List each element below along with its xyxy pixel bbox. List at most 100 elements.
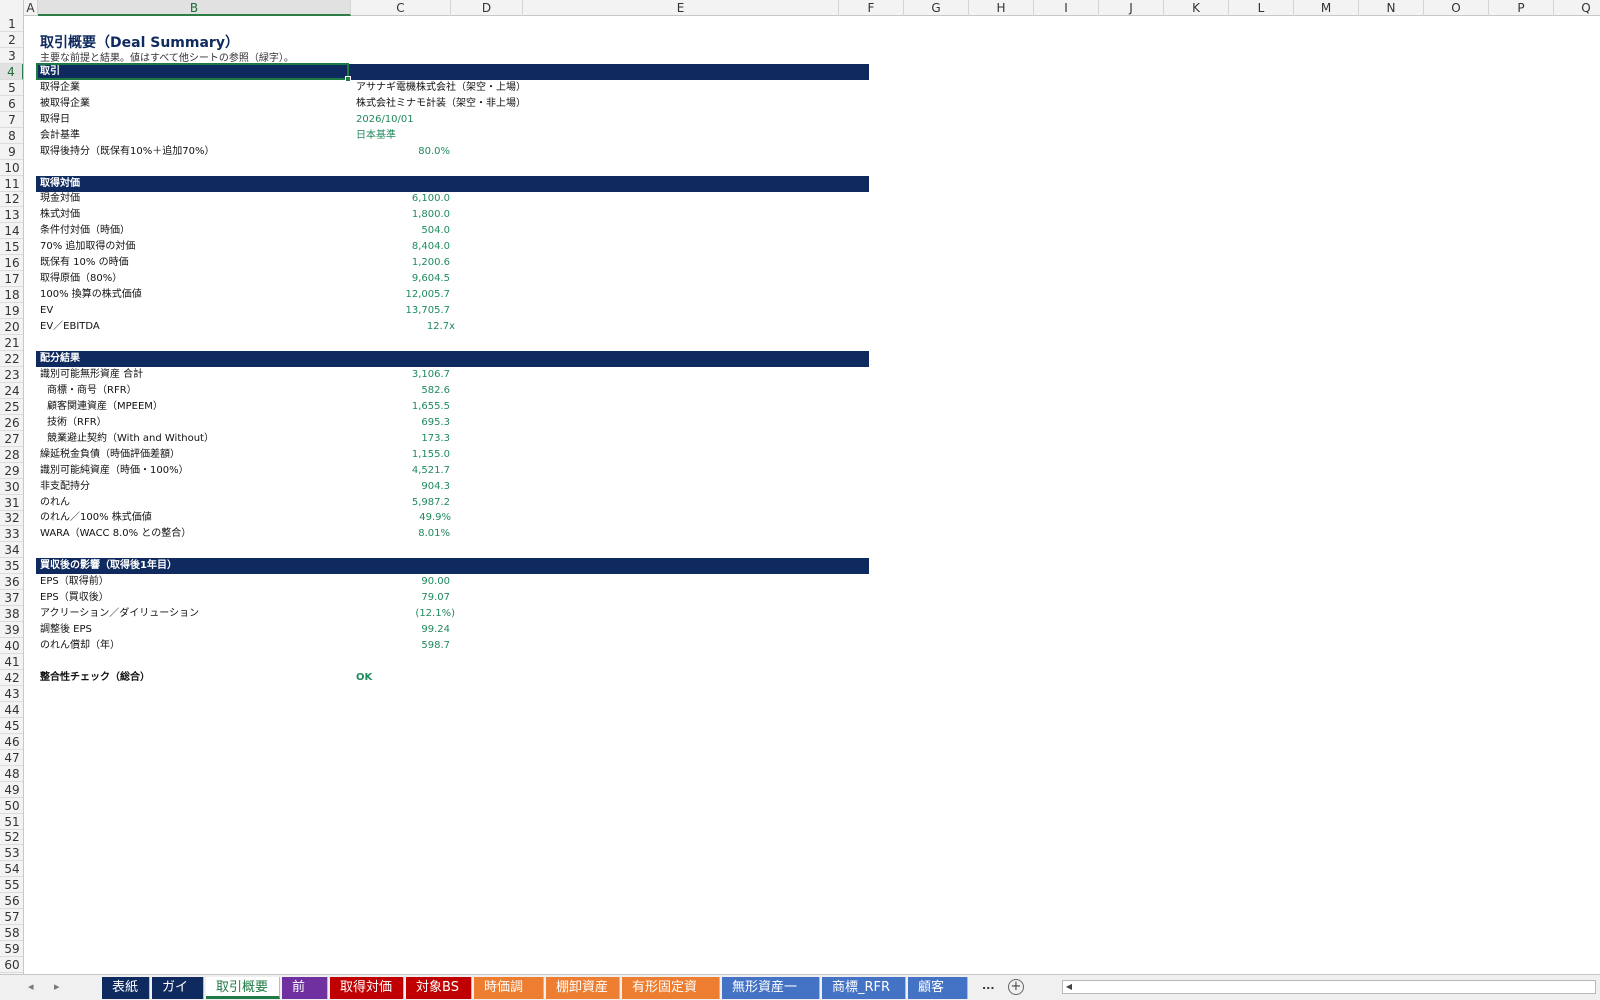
impact-item-3-value[interactable]: (12.1%): [335, 606, 455, 622]
impact-item-2-label[interactable]: EPS（買収後）: [40, 590, 109, 606]
sheet-tab-1[interactable]: 表紙: [102, 977, 150, 999]
allocation-item-6-value[interactable]: 1,155.0: [330, 447, 450, 463]
row-header-38[interactable]: 38: [0, 606, 23, 623]
row-header-7[interactable]: 7: [0, 112, 23, 128]
row-header-47[interactable]: 47: [0, 750, 23, 766]
impact-item-4-value[interactable]: 99.24: [330, 622, 450, 638]
impact-item-5-label[interactable]: のれん償却（年）: [40, 638, 120, 654]
sheet-tab-6[interactable]: 対象BS: [406, 977, 472, 999]
tab-scroll-left-icon[interactable]: ◂: [28, 980, 34, 993]
row-header-2[interactable]: 2: [0, 32, 23, 48]
row-header-30[interactable]: 30: [0, 479, 23, 495]
row-header-29[interactable]: 29: [0, 463, 23, 479]
column-header-g[interactable]: G: [904, 0, 969, 16]
column-header-j[interactable]: J: [1099, 0, 1164, 16]
transaction-item-2-label[interactable]: 被取得企業: [40, 96, 90, 112]
row-header-23[interactable]: 23: [0, 367, 23, 383]
row-header-48[interactable]: 48: [0, 766, 23, 782]
row-header-3[interactable]: 3: [0, 48, 23, 64]
consideration-item-3-label[interactable]: 条件付対価（時価）: [40, 223, 130, 239]
row-header-32[interactable]: 32: [0, 510, 23, 527]
allocation-item-9-label[interactable]: のれん: [40, 495, 70, 511]
row-header-44[interactable]: 44: [0, 702, 23, 718]
transaction-item-1-value[interactable]: アサナギ電機株式会社（架空・上場）: [356, 80, 526, 96]
row-header-49[interactable]: 49: [0, 782, 23, 798]
column-header-a[interactable]: A: [24, 0, 38, 16]
row-header-15[interactable]: 15: [0, 239, 23, 256]
impact-item-5-value[interactable]: 598.7: [330, 638, 450, 654]
sheet-tab-12[interactable]: 顧客_M: [908, 977, 968, 999]
allocation-item-4-value[interactable]: 695.3: [330, 415, 450, 431]
row-header-17[interactable]: 17: [0, 271, 23, 288]
transaction-item-3-label[interactable]: 取得日: [40, 112, 70, 128]
row-header-37[interactable]: 37: [0, 590, 23, 607]
sheet-tab-11[interactable]: 商標_RFR: [822, 977, 906, 999]
allocation-item-9-value[interactable]: 5,987.2: [330, 495, 450, 511]
active-cell-B4[interactable]: [36, 63, 349, 80]
consideration-item-5-label[interactable]: 既保有 10% の時価: [40, 255, 129, 271]
impact-item-4-label[interactable]: 調整後 EPS: [40, 622, 92, 638]
consideration-item-4-value[interactable]: 8,404.0: [330, 239, 450, 255]
consideration-item-4-label[interactable]: 70% 追加取得の対価: [40, 239, 135, 255]
consideration-item-9-label[interactable]: EV／EBITDA: [40, 319, 100, 335]
row-header-42[interactable]: 42: [0, 670, 23, 686]
row-header-56[interactable]: 56: [0, 893, 23, 910]
consideration-item-3-value[interactable]: 504.0: [330, 223, 450, 239]
row-header-14[interactable]: 14: [0, 223, 23, 240]
allocation-item-6-label[interactable]: 繰延税金負債（時価評価差額）: [40, 447, 180, 463]
row-header-45[interactable]: 45: [0, 718, 23, 734]
allocation-item-2-value[interactable]: 582.6: [330, 383, 450, 399]
allocation-item-5-value[interactable]: 173.3: [330, 431, 450, 447]
row-header-60[interactable]: 60: [0, 957, 23, 974]
consideration-item-7-label[interactable]: 100% 換算の株式価値: [40, 287, 142, 303]
transaction-item-5-value[interactable]: 80.0%: [330, 144, 450, 160]
allocation-item-7-label[interactable]: 識別可能純資産（時価・100%）: [40, 463, 189, 479]
column-header-p[interactable]: P: [1489, 0, 1554, 16]
row-header-34[interactable]: 34: [0, 542, 23, 559]
row-header-5[interactable]: 5: [0, 80, 23, 96]
consideration-item-7-value[interactable]: 12,005.7: [330, 287, 450, 303]
allocation-item-8-label[interactable]: 非支配持分: [40, 479, 90, 495]
consideration-item-2-value[interactable]: 1,800.0: [330, 207, 450, 223]
row-header-40[interactable]: 40: [0, 638, 23, 655]
allocation-item-1-value[interactable]: 3,106.7: [330, 367, 450, 383]
allocation-item-3-label[interactable]: 顧客関連資産（MPEEM）: [47, 399, 163, 415]
column-header-q[interactable]: Q: [1554, 0, 1600, 16]
transaction-item-3-value[interactable]: 2026/10/01: [356, 112, 414, 128]
transaction-item-4-value[interactable]: 日本基準: [356, 128, 396, 144]
tab-scroll-right-icon[interactable]: ▸: [54, 980, 60, 993]
consideration-item-6-value[interactable]: 9,604.5: [330, 271, 450, 287]
integrity-check-value[interactable]: OK: [356, 670, 372, 686]
sheet-tab-5[interactable]: 取得対価: [330, 977, 404, 999]
row-header-24[interactable]: 24: [0, 383, 23, 399]
row-header-16[interactable]: 16: [0, 255, 23, 272]
row-header-4[interactable]: 4: [0, 63, 23, 80]
column-header-h[interactable]: H: [969, 0, 1034, 16]
sheet-tab-4[interactable]: 前提: [282, 977, 328, 999]
row-header-36[interactable]: 36: [0, 574, 23, 591]
consideration-item-1-label[interactable]: 現金対価: [40, 191, 80, 207]
row-header-12[interactable]: 12: [0, 191, 23, 208]
row-header-11[interactable]: 11: [0, 176, 23, 192]
impact-item-3-label[interactable]: アクリーション／ダイリューション: [40, 606, 199, 622]
row-header-53[interactable]: 53: [0, 845, 23, 862]
tab-overflow[interactable]: ...: [982, 979, 995, 992]
row-header-57[interactable]: 57: [0, 909, 23, 926]
row-header-59[interactable]: 59: [0, 941, 23, 958]
allocation-item-8-value[interactable]: 904.3: [330, 479, 450, 495]
row-header-33[interactable]: 33: [0, 526, 23, 543]
allocation-item-10-value[interactable]: 49.9%: [331, 510, 451, 526]
row-header-52[interactable]: 52: [0, 829, 23, 846]
row-header-58[interactable]: 58: [0, 925, 23, 942]
allocation-item-10-label[interactable]: のれん／100% 株式価値: [40, 510, 152, 526]
allocation-item-1-label[interactable]: 識別可能無形資産 合計: [40, 367, 143, 383]
transaction-item-2-value[interactable]: 株式会社ミナモ計装（架空・非上場）: [356, 96, 526, 112]
row-header-51[interactable]: 51: [0, 814, 23, 830]
row-header-50[interactable]: 50: [0, 798, 23, 814]
column-header-k[interactable]: K: [1164, 0, 1229, 16]
impact-item-1-value[interactable]: 90.00: [330, 574, 450, 590]
sheet-tab-8[interactable]: 棚卸資産: [546, 977, 620, 999]
add-sheet-icon[interactable]: +: [1008, 979, 1024, 995]
row-header-1[interactable]: 1: [0, 16, 23, 32]
allocation-item-2-label[interactable]: 商標・商号（RFR）: [47, 383, 137, 399]
